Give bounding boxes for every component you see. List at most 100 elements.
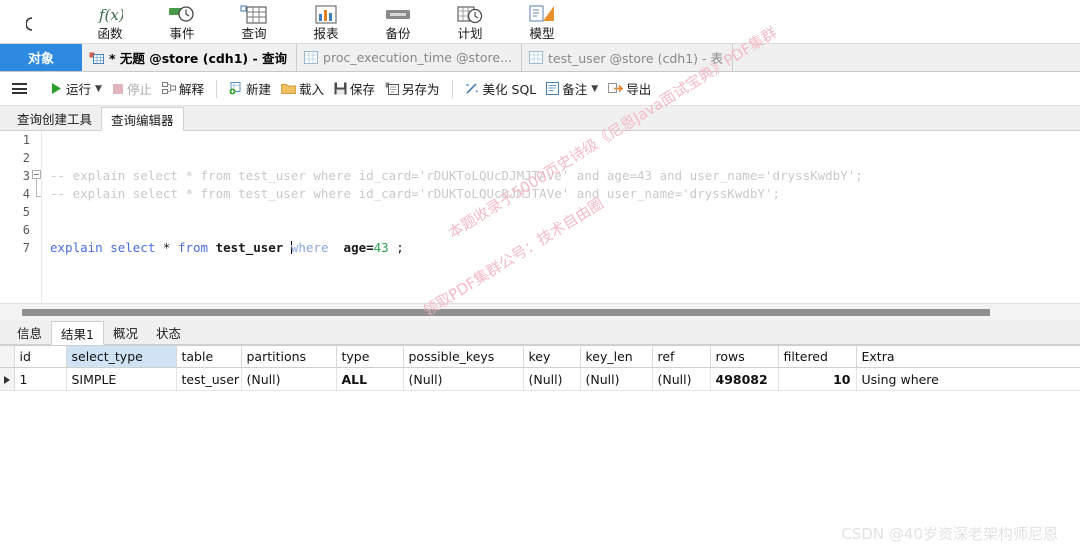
- explain-button-label: 解释: [178, 82, 204, 97]
- tab-profile[interactable]: 概况: [103, 320, 147, 344]
- ribbon-button-event[interactable]: 事件: [146, 0, 218, 44]
- row-arrow-glyph: [3, 375, 10, 384]
- play-run-icon: [50, 82, 63, 95]
- editor-line[interactable]: 2: [0, 149, 1080, 167]
- grid-cell[interactable]: 1: [14, 367, 67, 391]
- line-number: 6: [22, 223, 30, 237]
- editor-line[interactable]: 4 -- explain select * from test_user wher…: [0, 185, 1080, 203]
- code-token: age=: [343, 240, 374, 255]
- export-button[interactable]: 导出: [603, 76, 656, 102]
- new-button[interactable]: 新建: [224, 76, 276, 102]
- editor-line[interactable]: 7 explain select * from test_user where a…: [0, 239, 1080, 257]
- grid-column-header[interactable]: filtered: [778, 345, 857, 368]
- load-button-label: 载入: [298, 82, 324, 97]
- folder-open-icon: [281, 82, 296, 95]
- query-action-toolbar: 运行 ▼ 停止 解释 新建 载入 保存 另存为 美化 SQL 备注 ▼ 导出: [0, 72, 1080, 106]
- table-grid-icon: [304, 51, 319, 64]
- grid-column-header[interactable]: ref: [652, 345, 711, 368]
- row-select-arrow-icon[interactable]: [0, 367, 15, 391]
- grid-column-header[interactable]: id: [14, 345, 67, 368]
- load-button[interactable]: 载入: [276, 76, 329, 102]
- grid-column-header[interactable]: Extra: [856, 345, 1080, 368]
- ribbon-button-model[interactable]: 模型: [506, 0, 578, 44]
- explain-button[interactable]: 解释: [157, 76, 209, 102]
- ribbon-button-label: 备份: [385, 26, 411, 41]
- tab-query-editor[interactable]: 查询编辑器: [101, 107, 184, 131]
- tab-result-1[interactable]: 结果1: [51, 321, 104, 345]
- ribbon-button-backup[interactable]: 备份: [362, 0, 434, 44]
- grid-cell[interactable]: SIMPLE: [66, 367, 177, 391]
- tab-profile-label: 概况: [112, 325, 138, 341]
- editor-line[interactable]: 1: [0, 131, 1080, 149]
- toolbar-separator: [451, 79, 453, 98]
- hamburger-menu-icon[interactable]: [12, 83, 27, 94]
- grid-column-header[interactable]: rows: [710, 345, 779, 368]
- editor-line[interactable]: 3 -- explain select * from test_user wher…: [0, 167, 1080, 197]
- result-tabs: 信息 结果1 概况 状态: [0, 320, 1080, 345]
- grid-column-header[interactable]: table: [176, 345, 242, 368]
- grid-cell[interactable]: (Null): [580, 367, 653, 391]
- ribbon-button-partial[interactable]: [2, 0, 74, 44]
- grid-cell[interactable]: test_user: [176, 367, 242, 391]
- code-token: ;: [388, 240, 404, 255]
- editor-code-lines[interactable]: 1 2 3 -- explain select * from test_user wh…: [0, 131, 1080, 303]
- grid-cell[interactable]: 10: [778, 367, 857, 391]
- grid-column-header[interactable]: key_len: [580, 345, 653, 368]
- new-button-label: 新建: [245, 82, 271, 97]
- grid-column-header[interactable]: key: [523, 345, 581, 368]
- result-grid-container[interactable]: id select_type table partitions type possible…: [0, 345, 1080, 554]
- save-as-button[interactable]: 另存为: [380, 76, 445, 102]
- grid-cell[interactable]: (Null): [523, 367, 581, 391]
- tab-objects[interactable]: 对象: [0, 44, 82, 71]
- run-button[interactable]: 运行 ▼: [45, 76, 107, 102]
- run-button-label: 运行: [66, 82, 92, 97]
- grid-cell[interactable]: (Null): [241, 367, 337, 391]
- save-button[interactable]: 保存: [329, 76, 380, 102]
- line-number: 2: [22, 151, 30, 165]
- tab-status[interactable]: 状态: [146, 320, 190, 344]
- new-document-icon: [229, 82, 243, 95]
- grid-header-row: id select_type table partitions type possible…: [0, 345, 1080, 368]
- grid-cell[interactable]: (Null): [403, 367, 524, 391]
- tab-info-label: 信息: [17, 325, 43, 341]
- grid-column-header[interactable]: partitions: [241, 345, 337, 368]
- save-as-button-label: 另存为: [402, 82, 440, 97]
- chevron-down-icon[interactable]: ▼: [591, 84, 598, 94]
- grid-cell[interactable]: ALL: [336, 367, 404, 391]
- ribbon-button-query[interactable]: 查询: [218, 0, 290, 44]
- grid-corner-header[interactable]: [0, 345, 15, 368]
- grid-column-header[interactable]: possible_keys: [403, 345, 524, 368]
- editor-horizontal-scrollbar[interactable]: [0, 303, 1080, 320]
- ribbon-button-schedule[interactable]: 计划: [434, 0, 506, 44]
- chevron-down-icon[interactable]: ▼: [95, 84, 102, 94]
- beautify-sql-button[interactable]: 美化 SQL: [460, 76, 542, 102]
- toolbar-separator: [215, 79, 217, 98]
- sql-editor[interactable]: 1 2 3 -- explain select * from test_user wh…: [0, 131, 1080, 303]
- editor-line[interactable]: 5: [0, 203, 1080, 221]
- doc-tab-proc-execution-time[interactable]: proc_execution_time @store...: [297, 44, 522, 71]
- ribbon-button-function[interactable]: f(x) 函数: [74, 0, 146, 44]
- note-button[interactable]: 备注 ▼: [541, 76, 603, 102]
- grid-column-header[interactable]: type: [336, 345, 404, 368]
- stop-button[interactable]: 停止: [107, 76, 157, 102]
- tab-info[interactable]: 信息: [8, 320, 52, 344]
- grid-cell[interactable]: (Null): [652, 367, 711, 391]
- grid-body[interactable]: 1 SIMPLE test_user (Null) ALL (Null) (Null) (Nu…: [0, 367, 1080, 391]
- code-text: -- explain select * from test_user where…: [50, 185, 780, 203]
- editor-scrollbar-thumb[interactable]: [22, 309, 990, 316]
- ribbon-button-label: 函数: [97, 26, 123, 41]
- doc-tab-test-user[interactable]: test_user @store (cdh1) - 表: [522, 44, 733, 71]
- grid-cell[interactable]: Using where: [856, 367, 1080, 391]
- ribbon-items: f(x) 函数 事件 查询 报表 备份 计划 模型: [0, 0, 1080, 44]
- grid-cell[interactable]: 498082: [710, 367, 779, 391]
- ribbon-button-report[interactable]: 报表: [290, 0, 362, 44]
- editor-line[interactable]: 6: [0, 221, 1080, 239]
- doc-tab-untitled-query[interactable]: * 无题 @store (cdh1) - 查询: [82, 44, 298, 71]
- grid-column-header[interactable]: select_type: [66, 345, 177, 368]
- stop-square-icon: [112, 83, 124, 95]
- editor-subtabs: 查询创建工具 查询编辑器: [0, 106, 1080, 131]
- tab-query-builder[interactable]: 查询创建工具: [8, 106, 102, 130]
- table-row[interactable]: 1 SIMPLE test_user (Null) ALL (Null) (Null) (Nu…: [0, 367, 1080, 391]
- ribbon-button-label: 模型: [529, 26, 555, 41]
- fold-collapse-icon[interactable]: [32, 170, 41, 179]
